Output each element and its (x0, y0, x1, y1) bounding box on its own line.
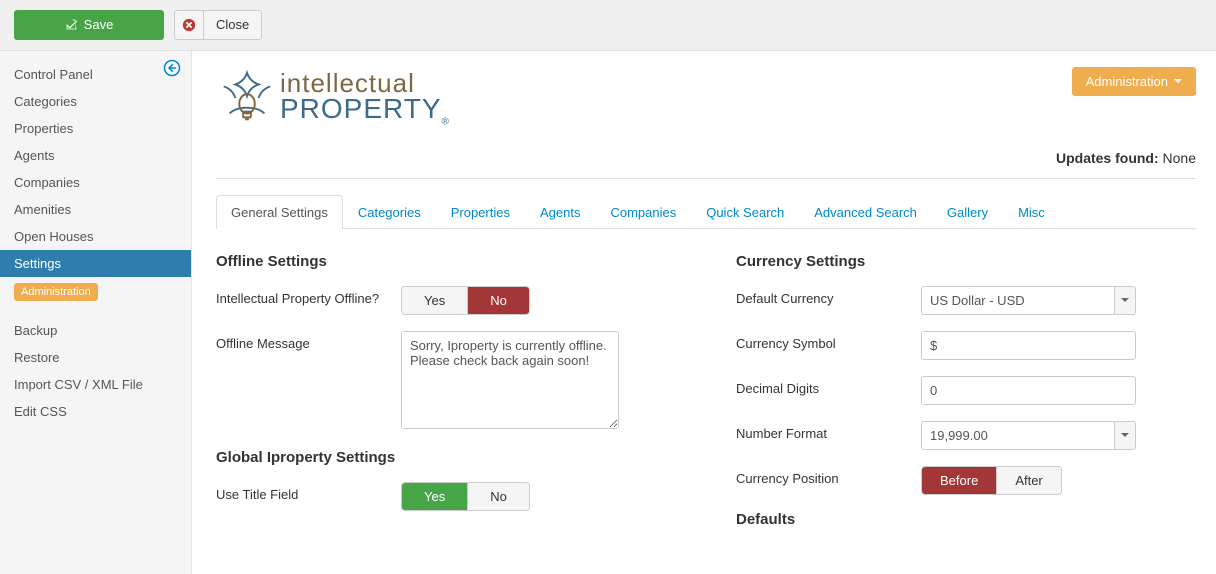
chevron-down-icon (1174, 79, 1182, 83)
sidebar-item-amenities[interactable]: Amenities (0, 196, 191, 223)
offline-no[interactable]: No (468, 287, 529, 314)
offline-yes[interactable]: Yes (402, 287, 468, 314)
updates-value: None (1163, 150, 1196, 166)
currency-symbol-input[interactable] (921, 331, 1136, 360)
close-button-label: Close (216, 17, 249, 33)
close-icon-button[interactable] (174, 10, 203, 40)
sidebar-item-open-houses[interactable]: Open Houses (0, 223, 191, 250)
use-title-yes[interactable]: Yes (402, 483, 468, 510)
currency-settings-heading: Currency Settings (736, 253, 1196, 270)
currency-position-after[interactable]: After (997, 467, 1060, 494)
close-button[interactable]: Close (203, 10, 262, 40)
currency-position-toggle: Before After (921, 466, 1062, 495)
default-currency-caret[interactable] (1114, 286, 1136, 315)
administration-dropdown[interactable]: Administration (1072, 67, 1196, 96)
currency-position-label: Currency Position (736, 466, 911, 486)
currency-position-before[interactable]: Before (922, 467, 997, 494)
sidebar-item-companies[interactable]: Companies (0, 169, 191, 196)
content: intellectual PROPERTY® Administration Up… (192, 51, 1216, 574)
tabs: General Settings Categories Properties A… (216, 195, 1196, 229)
use-title-no[interactable]: No (468, 483, 529, 510)
logo-line2: PROPERTY® (280, 96, 450, 127)
sidebar-item-restore[interactable]: Restore (0, 344, 191, 371)
number-format-select[interactable] (921, 421, 1114, 450)
updates-label: Updates found: (1056, 150, 1159, 166)
sidebar-item-categories[interactable]: Categories (0, 88, 191, 115)
administration-dropdown-label: Administration (1086, 74, 1168, 89)
decimal-digits-label: Decimal Digits (736, 376, 911, 396)
tab-categories[interactable]: Categories (343, 195, 436, 229)
sidebar-item-properties[interactable]: Properties (0, 115, 191, 142)
sidebar: Control Panel Categories Properties Agen… (0, 51, 192, 574)
tab-gallery[interactable]: Gallery (932, 195, 1003, 229)
sidebar-item-backup[interactable]: Backup (0, 317, 191, 344)
sidebar-item-settings[interactable]: Settings (0, 250, 191, 277)
use-title-toggle: Yes No (401, 482, 530, 511)
chevron-down-icon (1121, 433, 1129, 437)
save-button-label: Save (84, 17, 114, 33)
use-title-label: Use Title Field (216, 482, 391, 502)
header: intellectual PROPERTY® Administration (216, 67, 1196, 132)
close-icon (182, 18, 196, 32)
tab-properties[interactable]: Properties (436, 195, 525, 229)
sidebar-item-agents[interactable]: Agents (0, 142, 191, 169)
tab-quick-search[interactable]: Quick Search (691, 195, 799, 229)
sidebar-admin-nav: Backup Restore Import CSV / XML File Edi… (0, 307, 191, 425)
column-right: Currency Settings Default Currency Curre… (736, 253, 1196, 544)
offline-toggle: Yes No (401, 286, 530, 315)
number-format-label: Number Format (736, 421, 911, 441)
number-format-caret[interactable] (1114, 421, 1136, 450)
tab-agents[interactable]: Agents (525, 195, 595, 229)
offline-settings-heading: Offline Settings (216, 253, 676, 270)
save-button[interactable]: Save (14, 10, 164, 40)
sidebar-item-edit-css[interactable]: Edit CSS (0, 398, 191, 425)
updates-status: Updates found: None (216, 150, 1196, 166)
tab-misc[interactable]: Misc (1003, 195, 1060, 229)
close-group: Close (174, 10, 262, 40)
defaults-heading: Defaults (736, 511, 1196, 528)
tab-advanced-search[interactable]: Advanced Search (799, 195, 932, 229)
tab-general-settings[interactable]: General Settings (216, 195, 343, 229)
sidebar-item-import[interactable]: Import CSV / XML File (0, 371, 191, 398)
offline-toggle-label: Intellectual Property Offline? (216, 286, 391, 306)
logo-text: intellectual PROPERTY® (280, 71, 450, 127)
default-currency-label: Default Currency (736, 286, 911, 306)
save-icon (65, 18, 78, 31)
toolbar: Save Close (0, 0, 1216, 51)
global-settings-heading: Global Iproperty Settings (216, 449, 676, 466)
chevron-down-icon (1121, 298, 1129, 302)
administration-badge: Administration (14, 283, 98, 301)
sidebar-nav: Control Panel Categories Properties Agen… (0, 51, 191, 277)
currency-symbol-label: Currency Symbol (736, 331, 911, 351)
logo: intellectual PROPERTY® (216, 67, 1196, 132)
offline-message-textarea[interactable]: Sorry, Iproperty is currently offline. P… (401, 331, 619, 429)
default-currency-select[interactable] (921, 286, 1114, 315)
sidebar-collapse-icon[interactable] (163, 59, 181, 82)
column-left: Offline Settings Intellectual Property O… (216, 253, 676, 544)
logo-mark (216, 67, 278, 132)
decimal-digits-input[interactable] (921, 376, 1136, 405)
offline-message-label: Offline Message (216, 331, 391, 351)
divider (216, 178, 1196, 179)
tab-companies[interactable]: Companies (595, 195, 691, 229)
